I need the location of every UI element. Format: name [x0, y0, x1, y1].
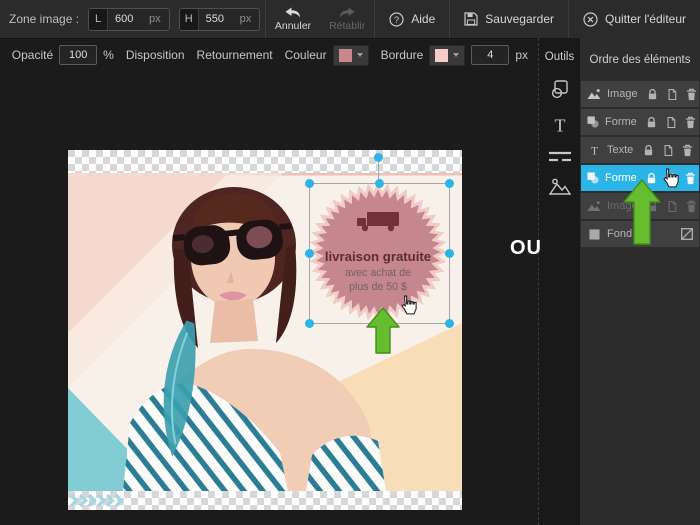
selection-box[interactable] — [305, 179, 454, 328]
redo-button[interactable]: Rétablir — [320, 0, 374, 38]
layer-row-forme-1[interactable]: Forme — [581, 109, 699, 135]
duplicate-icon[interactable] — [667, 88, 677, 101]
hand-cursor — [401, 295, 417, 315]
lines-icon — [548, 151, 571, 162]
help-icon: ? — [389, 11, 404, 27]
lock-icon[interactable] — [643, 144, 654, 157]
shapes-icon — [551, 80, 568, 99]
delete-icon[interactable] — [686, 200, 697, 213]
height-field-key: H — [179, 8, 199, 30]
chevron-down-icon — [356, 53, 363, 57]
resize-handle-se[interactable] — [445, 319, 454, 328]
transparency-checker-bottom — [68, 491, 462, 510]
resize-handle-e[interactable] — [445, 249, 454, 258]
opacity-unit: % — [103, 48, 114, 62]
text-icon: T — [554, 116, 565, 136]
duplicate-icon[interactable] — [663, 144, 673, 157]
border-width-unit: px — [515, 48, 528, 62]
border-width-input[interactable] — [471, 45, 510, 65]
image-icon — [548, 178, 571, 195]
svg-text:T: T — [554, 116, 565, 136]
save-icon — [464, 12, 478, 26]
color-label: Couleur — [284, 48, 327, 62]
flip-menu[interactable]: Retournement — [197, 48, 273, 62]
svg-text:T: T — [591, 145, 598, 155]
rotation-handle[interactable] — [374, 153, 383, 162]
topbar-actions: Annuler Rétablir ? Aide Sauvegarder Quit… — [264, 0, 700, 38]
image-layer-icon — [587, 88, 601, 100]
height-unit: px — [239, 13, 252, 25]
color-swatch — [338, 48, 352, 62]
undo-icon — [284, 7, 302, 18]
delete-icon[interactable] — [685, 172, 696, 185]
width-unit: px — [149, 13, 161, 25]
quit-icon — [583, 11, 598, 27]
image-editor-app: Zone image : L px H px Annuler — [0, 0, 700, 525]
width-input[interactable] — [108, 13, 148, 25]
image-tool[interactable] — [548, 177, 571, 195]
resize-handle-w[interactable] — [305, 249, 314, 258]
transparency-checker-top — [68, 150, 462, 173]
height-input[interactable] — [198, 13, 238, 25]
shape-layer-icon — [587, 172, 599, 184]
resize-handle-ne[interactable] — [445, 179, 454, 188]
layer-label: Texte — [607, 144, 634, 156]
shapes-tool[interactable] — [549, 78, 571, 100]
zone-image-group: Zone image : L px H px — [0, 7, 261, 31]
tools-title: Outils — [544, 51, 575, 63]
quit-editor-button[interactable]: Quitter l'éditeur — [569, 0, 700, 38]
text-layer-icon: T — [587, 145, 601, 155]
svg-text:?: ? — [394, 14, 399, 25]
chevron-down-icon — [453, 53, 460, 57]
element-properties-bar: Opacité % Disposition Retournement Coule… — [0, 44, 528, 66]
resize-handle-nw[interactable] — [305, 179, 314, 188]
duplicate-icon[interactable] — [666, 116, 676, 129]
shape-layer-icon — [587, 116, 599, 128]
border-color-swatch — [435, 48, 449, 62]
resize-handle-sw[interactable] — [305, 319, 314, 328]
zone-image-label: Zone image : — [9, 12, 80, 26]
background-layer-icon — [587, 228, 601, 240]
lock-icon[interactable] — [647, 88, 658, 101]
border-color-picker-button[interactable] — [429, 44, 466, 66]
layers-panel-title: Ordre des éléments — [589, 53, 691, 66]
green-arrow-annotation — [623, 179, 661, 245]
or-label: OU — [510, 237, 542, 259]
undo-button[interactable]: Annuler — [266, 0, 320, 38]
green-arrow-annotation — [366, 307, 400, 354]
canvas-area: livraison gratuite avec achat de plus de… — [68, 150, 462, 510]
tools-sidebar: Outils T — [538, 38, 580, 525]
image-layer-icon — [587, 200, 601, 212]
top-toolbar: Zone image : L px H px Annuler — [0, 0, 700, 39]
lines-tool[interactable] — [548, 150, 572, 163]
opacity-label: Opacité — [11, 48, 54, 62]
delete-icon[interactable] — [685, 116, 696, 129]
layer-row-image-0[interactable]: Image — [581, 81, 699, 107]
border-label: Bordure — [380, 48, 424, 62]
hand-cursor — [663, 168, 679, 188]
layer-row-texte-2[interactable]: T Texte — [581, 137, 699, 163]
width-field: L px — [88, 7, 170, 31]
transparent-background-icon[interactable] — [681, 228, 693, 240]
disposition-menu[interactable]: Disposition — [126, 48, 185, 62]
duplicate-icon[interactable] — [667, 200, 677, 213]
delete-icon[interactable] — [682, 144, 693, 157]
height-field: H px — [178, 7, 261, 31]
width-field-key: L — [89, 8, 109, 30]
save-button[interactable]: Sauvegarder — [450, 0, 568, 38]
text-tool[interactable]: T — [549, 114, 571, 136]
help-button[interactable]: ? Aide — [375, 0, 449, 38]
layers-panel: Ordre des éléments Image Forme T Texte Forme… — [580, 38, 700, 525]
lock-icon[interactable] — [646, 116, 657, 129]
resize-handle-n[interactable] — [375, 179, 384, 188]
layer-label: Forme — [605, 116, 637, 128]
color-picker-button[interactable] — [332, 44, 369, 66]
chevrons-decoration — [70, 494, 124, 507]
layer-label: Image — [607, 88, 638, 100]
redo-icon — [338, 7, 356, 18]
delete-icon[interactable] — [686, 88, 697, 101]
opacity-input[interactable] — [59, 45, 98, 65]
